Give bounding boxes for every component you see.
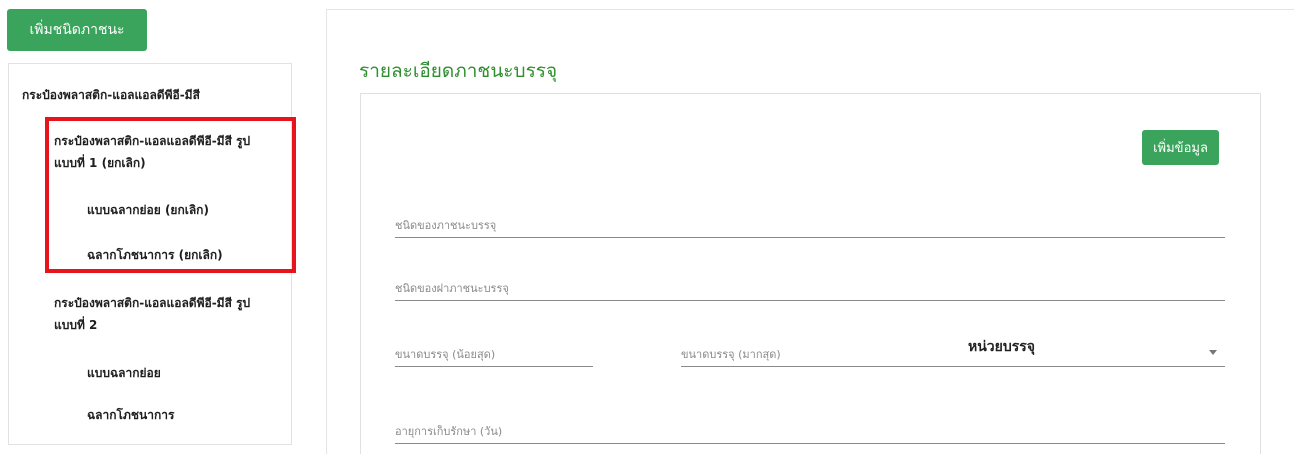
size-max-input[interactable] xyxy=(681,348,941,361)
lid-type-field xyxy=(395,271,1225,301)
container-type-input[interactable] xyxy=(395,219,1225,232)
tree-item-style-2[interactable]: กระป๋องพลาสติก-แอลแอลดีพีอี-มีสี รูป แบบ… xyxy=(54,292,284,336)
page: เพิ่มชนิดภาชนะ กระป๋องพลาสติก-แอลแอลดีพี… xyxy=(0,0,1294,454)
tree-item-nutrition-label-1[interactable]: ฉลากโภชนาการ (ยกเลิก) xyxy=(87,244,277,266)
tree-item-style-2-line1: กระป๋องพลาสติก-แอลแอลดีพีอี-มีสี รูป xyxy=(54,296,251,310)
container-type-field xyxy=(395,208,1225,238)
size-min-input[interactable] xyxy=(395,348,593,361)
lid-type-input[interactable] xyxy=(395,282,1225,295)
size-min-field xyxy=(395,337,593,367)
tree-item-nutrition-label-2[interactable]: ฉลากโภชนาการ xyxy=(87,404,277,426)
tree-item-style-1-line1: กระป๋องพลาสติก-แอลแอลดีพีอี-มีสี รูป xyxy=(54,134,251,148)
tree-item-sublabel-1[interactable]: แบบฉลากย่อย (ยกเลิก) xyxy=(87,199,277,221)
tree-item-style-1[interactable]: กระป๋องพลาสติก-แอลแอลดีพีอี-มีสี รูป แบบ… xyxy=(54,130,284,174)
page-title: รายละเอียดภาชนะบรรจุ xyxy=(359,60,558,82)
unit-select-label: หน่วยบรรจุ xyxy=(968,339,1035,355)
shelf-life-field xyxy=(395,414,1225,444)
shelf-life-input[interactable] xyxy=(395,425,1225,438)
add-data-button[interactable]: เพิ่มข้อมูล xyxy=(1142,130,1219,165)
tree-item-sublabel-2[interactable]: แบบฉลากย่อย xyxy=(87,362,277,384)
size-max-field xyxy=(681,337,941,367)
add-container-type-button[interactable]: เพิ่มชนิดภาชนะ xyxy=(7,9,147,51)
tree-item-style-2-line2: แบบที่ 2 xyxy=(54,318,98,332)
dropdown-arrow-icon xyxy=(1209,350,1217,355)
tree-item-style-1-line2: แบบที่ 1 (ยกเลิก) xyxy=(54,156,146,170)
tree-item-plastic-can[interactable]: กระป๋องพลาสติก-แอลแอลดีพีอี-มีสี xyxy=(22,84,272,106)
unit-select[interactable]: หน่วยบรรจุ xyxy=(940,337,1225,367)
